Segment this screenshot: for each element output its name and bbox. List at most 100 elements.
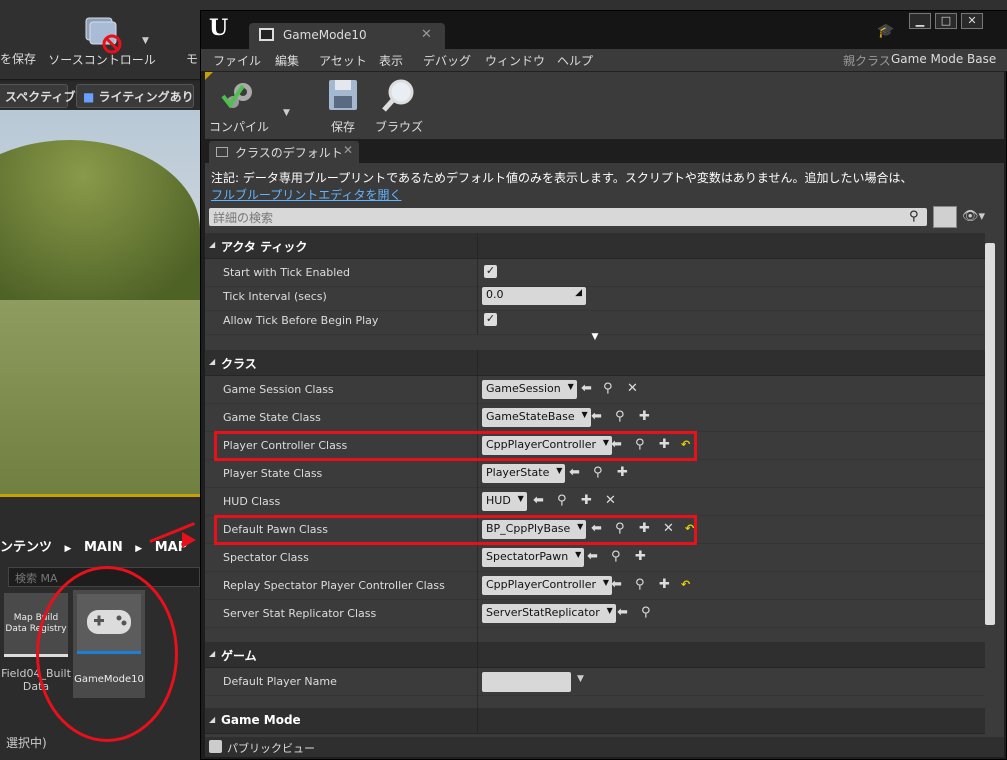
dropdown-value: GameStateBase [486,410,575,423]
class-dropdown[interactable]: SpectatorPawn ▼ [482,548,585,567]
use-selected-arrow-icon[interactable]: ⬅ [617,605,628,621]
chevron-down-icon[interactable]: ▼ [577,674,584,684]
public-view-checkbox[interactable] [209,740,222,753]
compile-label: コンパイル [208,120,269,134]
class-dropdown[interactable]: BP_CppPlyBase ▼ [482,520,587,539]
browse-magnifier-icon[interactable]: ⚲ [557,493,567,509]
document-tab[interactable]: GameMode10 ✕ [249,23,445,49]
details-search-input[interactable]: 詳細の検索 [209,208,927,226]
chevron-right-icon: ▶ [64,544,72,554]
class-dropdown[interactable]: CppPlayerController ▼ [482,436,612,455]
search-icon: ⚲ [909,209,919,224]
browse-magnifier-icon[interactable]: ⚲ [635,577,645,593]
source-control-label: ソースコントロール [48,53,156,67]
clear-x-icon[interactable]: ✕ [605,493,616,509]
add-plus-icon[interactable]: ✚ [581,493,592,509]
use-selected-arrow-icon[interactable]: ⬅ [591,521,602,537]
browse-magnifier-icon[interactable]: ⚲ [635,437,645,453]
tick-interval-input[interactable]: 0.0 ◢ [482,287,586,305]
add-plus-icon[interactable]: ✚ [617,465,628,481]
add-plus-icon[interactable]: ✚ [639,521,650,537]
breadcrumb-item[interactable]: ンテンツ [0,540,52,555]
chevron-down-icon: ▼ [556,466,563,475]
browse-magnifier-icon[interactable]: ⚲ [593,465,603,481]
perspective-button[interactable]: スペクティブ [0,84,75,108]
class-dropdown[interactable]: CppPlayerController ▼ [482,576,612,595]
advanced-expand-icon[interactable]: ▼ [205,332,985,346]
tab-class-defaults[interactable]: クラスのデフォルト ✕ [209,141,359,163]
source-control-button[interactable]: ソースコントロール ▼ [42,14,162,74]
browse-button[interactable]: ブラウズ [371,76,427,136]
allow-tick-checkbox[interactable]: ✓ [484,313,497,326]
reset-to-default-icon[interactable]: ↶ [685,521,694,537]
category-game-mode[interactable]: ◢ Game Mode [205,708,985,734]
browse-magnifier-icon[interactable]: ⚲ [603,381,613,397]
scrollbar[interactable] [985,243,995,625]
compile-button[interactable]: コンパイル [207,76,271,136]
view-options-grid-icon[interactable] [933,206,957,228]
menu-asset[interactable]: アセット [319,52,367,69]
maximize-button[interactable]: □ [935,13,957,29]
minimize-button[interactable]: ▁ [909,13,931,29]
browse-magnifier-icon[interactable]: ⚲ [611,549,621,565]
graduation-cap-icon[interactable]: 🎓 [877,23,894,39]
add-plus-icon[interactable]: ✚ [659,577,670,593]
browse-magnifier-icon[interactable]: ⚲ [615,409,625,425]
title-bar[interactable]: U GameMode10 ✕ 🎓 ▁ □ ✕ [201,11,1007,49]
category-actor-tick[interactable]: ◢ アクタ ティック [205,233,985,259]
menu-help[interactable]: ヘルプ [557,52,593,69]
player-name-input[interactable] [482,672,571,692]
chevron-down-icon[interactable]: ▼ [283,108,290,118]
class-dropdown[interactable]: ServerStatReplicator ▼ [482,604,616,623]
lighting-button[interactable]: ■ ライティングあり [76,84,194,108]
use-selected-arrow-icon[interactable]: ⬅ [587,549,598,565]
reset-to-default-icon[interactable]: ↶ [681,577,690,593]
category-label: アクタ ティック [221,240,308,254]
save-button[interactable]: 保存 [319,76,367,136]
menu-debug[interactable]: デバッグ [423,52,471,69]
add-plus-icon[interactable]: ✚ [635,549,646,565]
chevron-down-icon[interactable]: ▼ [142,36,149,46]
add-plus-icon[interactable]: ✚ [659,437,670,453]
close-icon[interactable]: ✕ [343,143,353,157]
clear-x-icon[interactable]: ✕ [663,521,674,537]
triangle-down-icon: ◢ [209,649,216,658]
category-game[interactable]: ◢ ゲーム [205,642,985,668]
property-row: Default Pawn Class BP_CppPlyBase ▼ ⬅ ⚲ ✚ … [205,516,985,544]
breadcrumb-item[interactable]: MAIN [84,540,123,555]
level-viewport[interactable] [0,110,200,496]
menu-view[interactable]: 表示 [379,52,403,69]
close-window-button[interactable]: ✕ [961,13,983,29]
browse-magnifier-icon[interactable]: ⚲ [615,521,625,537]
browse-magnifier-icon[interactable]: ⚲ [641,605,651,621]
use-selected-arrow-icon[interactable]: ⬅ [591,409,602,425]
clear-x-icon[interactable]: ✕ [627,381,638,397]
category-label: ゲーム [221,649,257,663]
modes-button[interactable]: モ [186,50,198,67]
class-dropdown[interactable]: HUD ▼ [482,492,527,511]
eye-icon[interactable]: 👁▾ [962,209,985,224]
close-icon[interactable]: ✕ [421,27,432,42]
property-row: Game Session Class GameSession ▼ ⬅ ⚲ ✕ [205,376,985,404]
save-current-button[interactable]: を保存 [0,50,36,67]
open-full-editor-link[interactable]: フルブループリントエディタを開く [211,186,401,203]
menu-file[interactable]: ファイル [213,52,261,69]
property-name: Allow Tick Before Begin Play [223,314,379,327]
class-dropdown[interactable]: GameStateBase ▼ [482,408,591,427]
use-selected-arrow-icon[interactable]: ⬅ [611,577,622,593]
use-selected-arrow-icon[interactable]: ⬅ [581,381,592,397]
category-class[interactable]: ◢ クラス [205,350,985,376]
use-selected-arrow-icon[interactable]: ⬅ [533,493,544,509]
chevron-down-icon: ▼ [602,578,609,587]
start-tick-checkbox[interactable]: ✓ [484,265,497,278]
parent-class-link[interactable]: Game Mode Base [891,52,996,66]
use-selected-arrow-icon[interactable]: ⬅ [569,465,580,481]
add-plus-icon[interactable]: ✚ [639,409,650,425]
menu-window[interactable]: ウィンドウ [485,52,545,69]
use-selected-arrow-icon[interactable]: ⬅ [611,437,622,453]
reset-to-default-icon[interactable]: ↶ [681,437,690,453]
class-dropdown[interactable]: GameSession ▼ [482,380,577,399]
menu-edit[interactable]: 編集 [275,52,299,69]
property-name: Tick Interval (secs) [223,290,327,303]
class-dropdown[interactable]: PlayerState ▼ [482,464,566,483]
